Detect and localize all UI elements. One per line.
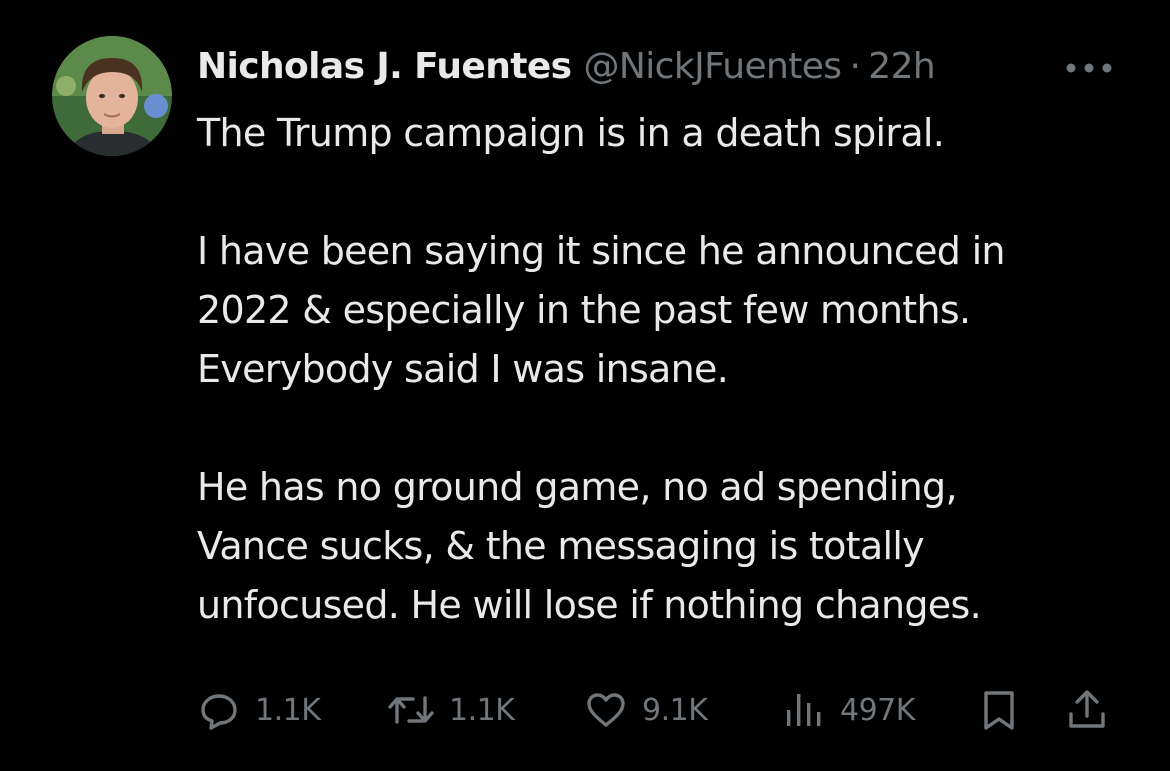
tweet: Nicholas J. Fuentes @NickJFuentes · 22h … [0,0,1170,771]
more-options-button[interactable] [1064,60,1114,74]
tweet-line: He has no ground game, no ad spending, [197,465,958,509]
share-button[interactable] [1065,684,1123,736]
repost-icon [387,688,435,732]
tweet-text: The Trump campaign is in a death spiral.… [197,104,1137,635]
bookmark-icon [977,688,1021,732]
like-button[interactable]: 9.1K [584,684,708,736]
tweet-line: I have been saying it since he announced… [197,229,1006,273]
tweet-line: The Trump campaign is in a death spiral. [197,111,945,155]
heart-icon [584,688,628,732]
more-horizontal-icon [1066,63,1112,73]
repost-button[interactable]: 1.1K [387,684,515,736]
repost-count: 1.1K [449,692,515,728]
views-icon [782,688,826,732]
avatar-image [52,36,172,156]
avatar[interactable] [52,36,172,156]
reply-icon [197,688,241,732]
tweet-line: unfocused. He will lose if nothing chang… [197,583,982,627]
like-count: 9.1K [642,692,708,728]
author-handle[interactable]: @NickJFuentes [584,46,843,87]
share-icon [1065,688,1109,732]
bookmark-button[interactable] [977,684,1035,736]
action-bar: 1.1K 1.1K 9.1K 497K [197,684,1117,736]
views-button[interactable]: 497K [782,684,915,736]
tweet-header: Nicholas J. Fuentes @NickJFuentes · 22h [197,38,1130,94]
tweet-line: Everybody said I was insane. [197,347,729,391]
tweet-line: 2022 & especially in the past few months… [197,288,971,332]
views-count: 497K [840,692,915,728]
timestamp[interactable]: 22h [868,46,935,87]
author-name[interactable]: Nicholas J. Fuentes [197,46,572,87]
tweet-line: Vance sucks, & the messaging is totally [197,524,925,568]
reply-button[interactable]: 1.1K [197,684,321,736]
separator-dot: · [849,45,861,87]
reply-count: 1.1K [255,692,321,728]
